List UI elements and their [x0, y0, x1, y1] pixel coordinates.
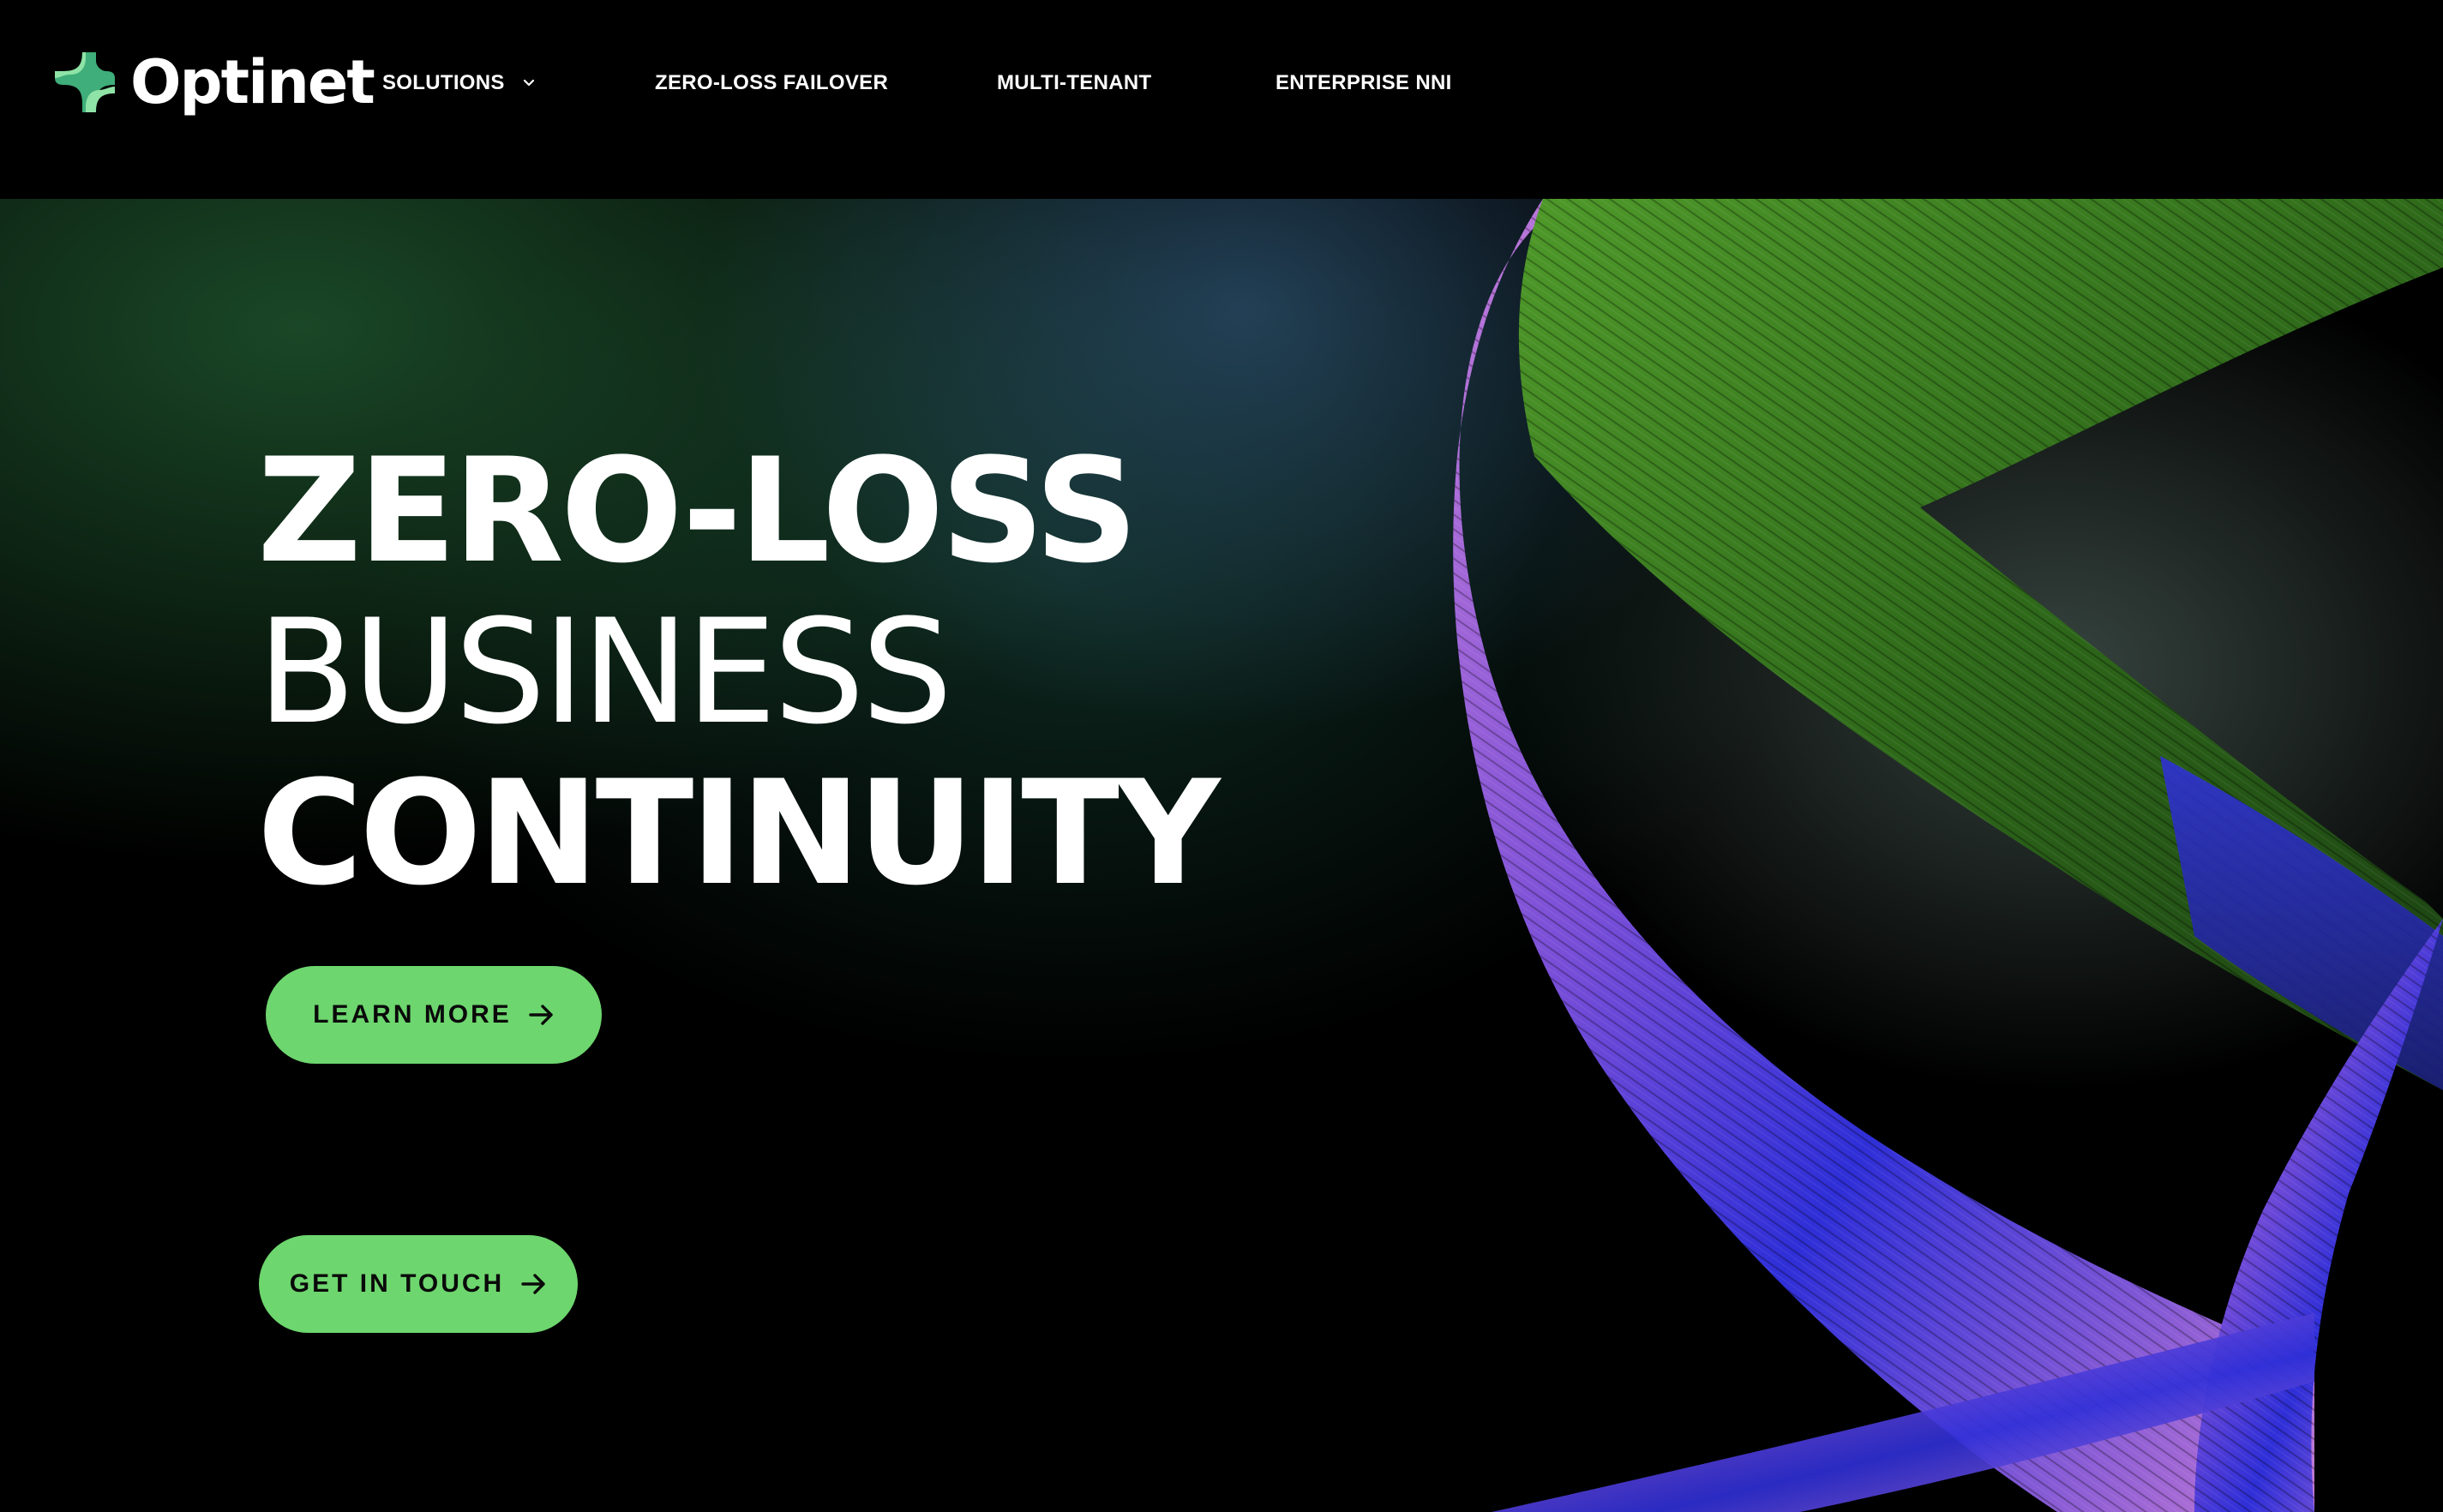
optinet-logo-icon: [55, 52, 115, 112]
learn-more-label: LEARN MORE: [313, 1000, 512, 1029]
headline-line-1: ZERO-LOSS: [257, 427, 1138, 595]
nav-item-enterprise-nni[interactable]: ENTERPRISE NNI: [1276, 70, 1452, 96]
learn-more-button[interactable]: LEARN MORE: [266, 966, 602, 1064]
chevron-down-icon: [523, 79, 534, 87]
nav-item-label: ZERO-LOSS FAILOVER: [655, 71, 889, 94]
nav-item-multi-tenant[interactable]: MULTI-TENANT: [997, 70, 1151, 96]
headline-line-3: CONTINUITY: [257, 749, 1221, 917]
hero-headline: ZERO-LOSS BUSINESS CONTINUITY: [257, 427, 1221, 917]
get-in-touch-button[interactable]: GET IN TOUCH: [259, 1235, 578, 1333]
brand-logo-link[interactable]: Optinet: [51, 47, 375, 117]
get-in-touch-label: GET IN TOUCH: [289, 1269, 505, 1298]
brand-name: Optinet: [130, 47, 375, 117]
hero-section: ZERO-LOSS BUSINESS CONTINUITY LEARN MORE…: [0, 199, 2443, 1512]
arrow-right-icon: [521, 1274, 545, 1294]
arrow-right-icon: [529, 1005, 553, 1025]
top-navigation: Optinet SOLUTIONS ZERO-LOSS FAILOVER MUL…: [0, 0, 2443, 199]
nav-item-label: MULTI-TENANT: [997, 71, 1152, 94]
nav-item-solutions[interactable]: SOLUTIONS: [382, 70, 536, 96]
nav-item-zero-loss-failover[interactable]: ZERO-LOSS FAILOVER: [655, 70, 888, 96]
headline-line-2: BUSINESS: [257, 588, 953, 756]
nav-item-label: ENTERPRISE NNI: [1276, 71, 1452, 94]
nav-item-label: SOLUTIONS: [382, 71, 505, 94]
